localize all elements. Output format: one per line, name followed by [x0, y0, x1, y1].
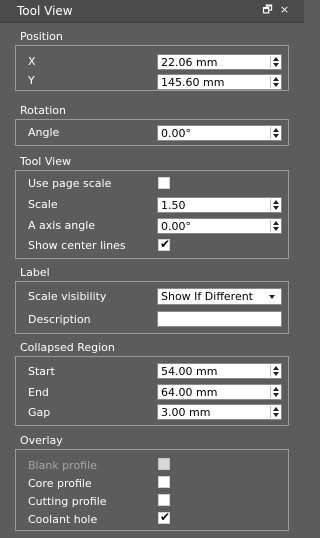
end-value[interactable]: 64.00 mm: [161, 386, 217, 399]
gap-spin-arrows[interactable]: [270, 406, 280, 418]
panel-title: Tool View: [17, 4, 73, 18]
use-page-scale-checkbox[interactable]: [158, 177, 170, 189]
description-input[interactable]: [157, 311, 282, 327]
start-label: Start: [28, 365, 55, 378]
chevron-down-icon[interactable]: [269, 295, 275, 299]
section-header-rotation[interactable]: Rotation: [15, 104, 289, 119]
start-value[interactable]: 54.00 mm: [161, 365, 217, 378]
y-value[interactable]: 145.60 mm: [161, 76, 224, 89]
section-header-overlay[interactable]: Overlay: [15, 434, 289, 449]
x-spinbox[interactable]: 22.06 mm: [157, 54, 282, 70]
core-profile-checkbox[interactable]: [158, 476, 170, 488]
panel-titlebar[interactable]: Tool View 🗗 ×: [0, 0, 304, 23]
scale-visibility-value[interactable]: Show If Different: [161, 290, 253, 303]
y-spin-arrows[interactable]: [270, 76, 280, 88]
a-axis-spin-arrows[interactable]: [270, 220, 280, 232]
end-spinbox[interactable]: 64.00 mm: [157, 384, 282, 400]
gap-value[interactable]: 3.00 mm: [161, 406, 210, 419]
scale-spin-arrows[interactable]: [270, 199, 280, 211]
show-center-lines-label: Show center lines: [28, 239, 126, 252]
blank-profile-label: Blank profile: [28, 459, 97, 472]
close-icon[interactable]: ×: [279, 4, 290, 16]
end-spin-arrows[interactable]: [270, 386, 280, 398]
core-profile-label: Core profile: [28, 477, 92, 490]
x-value[interactable]: 22.06 mm: [161, 56, 217, 69]
gap-spinbox[interactable]: 3.00 mm: [157, 404, 282, 420]
section-header-position[interactable]: Position: [15, 30, 289, 45]
end-label: End: [28, 386, 49, 399]
cutting-profile-label: Cutting profile: [28, 495, 107, 508]
angle-label: Angle: [28, 126, 60, 139]
angle-spin-arrows[interactable]: [270, 127, 280, 139]
cutting-profile-checkbox[interactable]: [158, 494, 170, 506]
gap-label: Gap: [28, 406, 51, 419]
blank-profile-checkbox[interactable]: [158, 458, 170, 470]
show-center-lines-checkbox[interactable]: ✔: [158, 237, 171, 251]
angle-value[interactable]: 0.00°: [161, 127, 191, 140]
scale-visibility-label: Scale visibility: [28, 290, 107, 303]
x-spin-arrows[interactable]: [270, 56, 280, 68]
coolant-hole-label: Coolant hole: [28, 513, 98, 526]
a-axis-angle-value[interactable]: 0.00°: [161, 220, 191, 233]
y-spinbox[interactable]: 145.60 mm: [157, 74, 282, 90]
restore-window-icon[interactable]: 🗗: [262, 4, 273, 16]
description-label: Description: [28, 313, 91, 326]
checkmark-icon: ✔: [160, 237, 171, 251]
a-axis-angle-label: A axis angle: [28, 219, 96, 232]
scale-visibility-dropdown[interactable]: Show If Different: [157, 288, 282, 305]
scale-spinbox[interactable]: 1.50: [157, 197, 282, 213]
checkmark-icon: ✔: [160, 510, 171, 524]
angle-spinbox[interactable]: 0.00°: [157, 125, 282, 141]
use-page-scale-label: Use page scale: [28, 177, 112, 190]
section-header-tool-view[interactable]: Tool View: [15, 155, 289, 170]
section-header-label[interactable]: Label: [15, 266, 289, 281]
scale-label: Scale: [28, 198, 58, 211]
a-axis-angle-spinbox[interactable]: 0.00°: [157, 218, 282, 234]
scale-value[interactable]: 1.50: [161, 199, 186, 212]
start-spin-arrows[interactable]: [270, 365, 280, 377]
x-label: X: [28, 55, 36, 68]
section-header-collapsed-region[interactable]: Collapsed Region: [15, 341, 289, 356]
tool-view-panel: Tool View 🗗 × Position X 22.06 mm Y 145.…: [0, 0, 304, 538]
y-label: Y: [28, 74, 35, 87]
start-spinbox[interactable]: 54.00 mm: [157, 363, 282, 379]
coolant-hole-checkbox[interactable]: ✔: [158, 510, 171, 524]
